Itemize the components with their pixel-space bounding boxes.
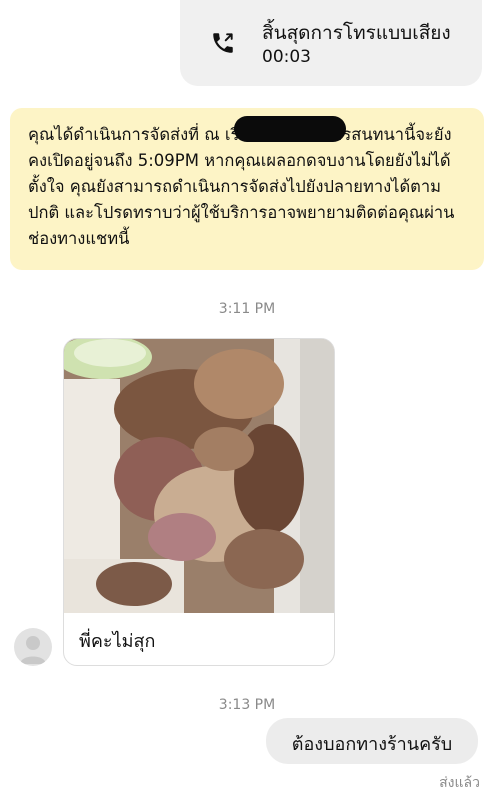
- outgoing-message-bubble[interactable]: ต้องบอกทางร้านครับ: [266, 718, 478, 764]
- user-silhouette-icon: [20, 636, 46, 664]
- message-timestamp: 3:11 PM: [218, 301, 276, 317]
- incoming-message-card[interactable]: พี่คะไม่สุก: [63, 338, 335, 666]
- call-ended-title: สิ้นสุดการโทรแบบเสียง: [262, 22, 451, 44]
- message-status: ส่งแล้ว: [439, 775, 480, 791]
- outgoing-message-text: ต้องบอกทางร้านครับ: [291, 734, 453, 755]
- food-photo[interactable]: [64, 339, 334, 613]
- incoming-message-text: พี่คะไม่สุก: [79, 631, 156, 652]
- redaction-mark: [234, 116, 346, 142]
- call-duration: 00:03: [262, 47, 311, 67]
- avatar[interactable]: [14, 628, 52, 666]
- message-timestamp: 3:13 PM: [218, 697, 276, 713]
- call-ended-bubble[interactable]: สิ้นสุดการโทรแบบเสียง 00:03: [180, 0, 482, 86]
- phone-icon: [213, 33, 233, 53]
